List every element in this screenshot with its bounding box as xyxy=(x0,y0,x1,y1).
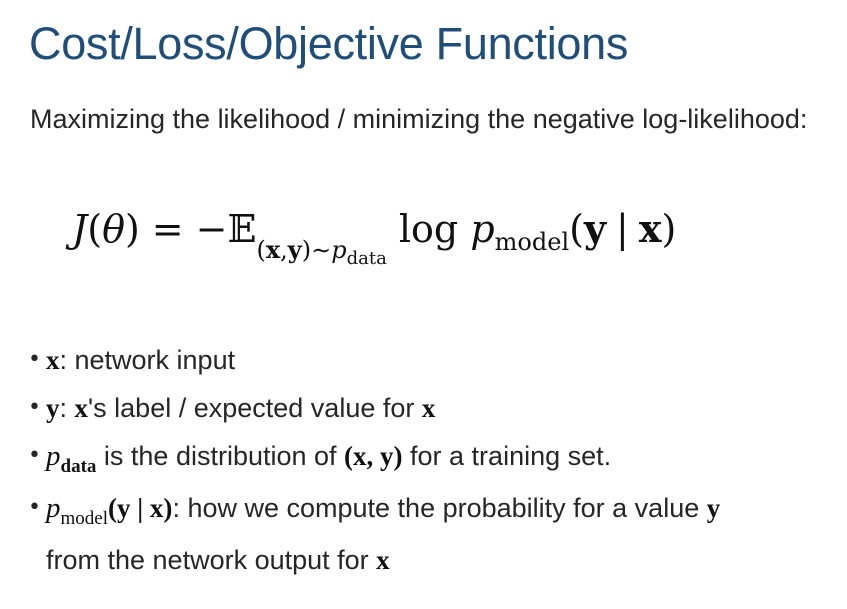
bullet-y-x-symbol: x xyxy=(74,393,89,423)
slide-title: Cost/Loss/Objective Functions xyxy=(29,18,629,69)
eq-arg-y: y xyxy=(583,206,607,251)
bullet-pmodel-y-symbol: y xyxy=(706,493,721,523)
eq-equals: = xyxy=(151,207,184,251)
bullet-item-pdata: • pdata is the distribution of (x, y) for… xyxy=(28,432,828,484)
bullet-pmodel-math: (y | x) xyxy=(108,493,173,523)
eq-sub-close: ) xyxy=(301,236,312,264)
bullet-pdata-subscript: data xyxy=(60,456,97,477)
bullet-pdata-math: (x, y) xyxy=(344,441,403,471)
eq-sub-p: p xyxy=(331,236,347,264)
bullet-dot: • xyxy=(28,395,41,420)
bullet-pdata-text2: for a training set. xyxy=(402,441,612,471)
bullet-item-pmodel: • pmodel(y | x): how we compute the proba… xyxy=(28,484,828,536)
bullet-pdata-p: p xyxy=(46,440,61,472)
eq-model-subscript: model xyxy=(494,228,570,256)
bullet-pmodel-line2: from the network output for xyxy=(46,545,377,575)
bullet-pmodel-p: p xyxy=(46,492,61,524)
eq-sub-tilde: ∼ xyxy=(311,236,332,264)
bullet-item-x: • x: network input xyxy=(28,336,828,384)
bullet-dot: • xyxy=(28,443,41,468)
eq-arg-bar: | xyxy=(616,207,629,251)
eq-arg-x: x xyxy=(638,206,662,251)
eq-sub-comma: , xyxy=(280,236,288,264)
eq-arg-close: ) xyxy=(661,207,677,251)
eq-sub-x: x xyxy=(265,235,281,264)
eq-arg-open: ( xyxy=(569,207,584,251)
nll-equation: J(θ) = −𝔼(x,y)∼pdata log pmodel(y | x) xyxy=(72,206,677,269)
eq-lhs-open: ( xyxy=(87,207,103,251)
bullet-x-text: : network input xyxy=(59,345,236,375)
bullet-pmodel-subscript: model xyxy=(60,508,109,529)
bullet-pmodel-text1: : how we compute the probability for a v… xyxy=(172,493,707,523)
bullet-y-text2: 's label / expected value for xyxy=(88,393,422,423)
bullet-pdata-text1: is the distribution of xyxy=(96,441,345,471)
bullet-pmodel-x-symbol: x xyxy=(376,545,390,575)
bullet-item-y: • y: x's label / expected value for x xyxy=(28,384,828,432)
bullet-y-x-symbol-end: x xyxy=(421,393,436,423)
intro-text: Maximizing the likelihood / minimizing t… xyxy=(30,104,808,134)
eq-sub-open: ( xyxy=(256,236,266,264)
eq-lhs-var: θ xyxy=(102,207,125,251)
bullet-dot: • xyxy=(28,495,41,520)
eq-expectation-subscript: (x,y)∼pdata xyxy=(256,235,386,269)
bullet-item-pmodel-continued: from the network output for x xyxy=(28,536,828,584)
eq-log: log xyxy=(398,207,459,251)
bullet-dot: • xyxy=(28,347,41,372)
bullet-y-symbol: y xyxy=(46,393,60,423)
bullet-x-symbol: x xyxy=(46,345,60,375)
eq-p: p xyxy=(470,207,495,251)
eq-sub-y: y xyxy=(287,235,302,264)
eq-minus-expectation: −𝔼 xyxy=(195,207,257,251)
bullet-list: • x: network input • y: x's label / expect… xyxy=(28,336,828,584)
eq-sub-data: data xyxy=(346,248,387,269)
eq-lhs-func: J xyxy=(72,207,88,251)
bullet-y-text1: : xyxy=(59,393,75,423)
eq-lhs-close: ) xyxy=(124,207,140,251)
